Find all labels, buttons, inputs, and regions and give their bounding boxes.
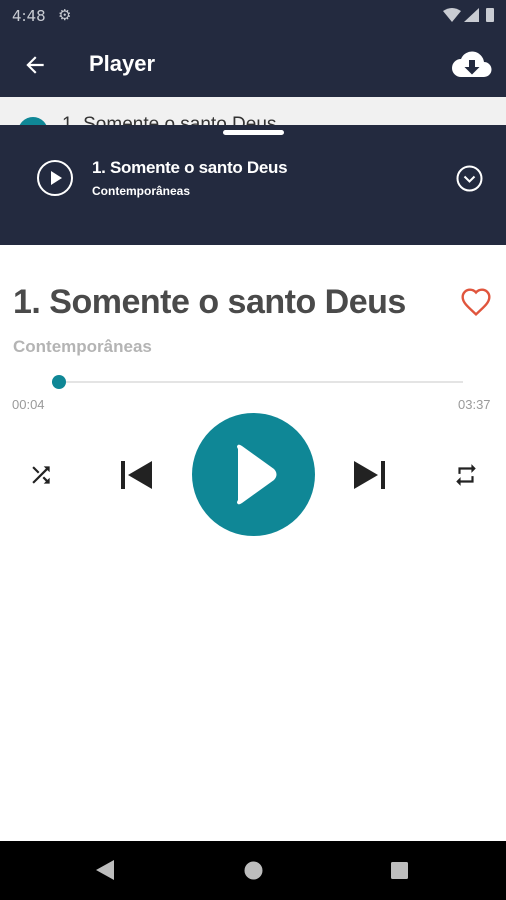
wifi-icon — [443, 8, 461, 22]
playlist-item-title: 1. Somente o santo Deus — [62, 114, 277, 125]
song-title: 1. Somente o santo Deus — [13, 283, 406, 321]
play-pause-button[interactable] — [192, 413, 315, 536]
track-avatar — [18, 117, 48, 125]
current-time: 00:04 — [12, 397, 45, 412]
mini-player-title: 1. Somente o santo Deus — [92, 158, 288, 177]
mini-player[interactable]: 1. Somente o santo Deus Contemporâneas — [0, 125, 506, 245]
cloud-download-icon[interactable] — [451, 49, 493, 81]
status-time: 4:48 — [12, 7, 46, 25]
battery-icon — [486, 8, 494, 22]
repeat-icon[interactable] — [452, 462, 480, 488]
seek-bar-track[interactable] — [52, 381, 463, 383]
seek-bar-thumb[interactable] — [52, 375, 67, 389]
drag-handle[interactable] — [223, 130, 284, 135]
skip-previous-icon[interactable] — [118, 459, 154, 491]
system-nav-bar — [0, 841, 506, 900]
album-name: Contemporâneas — [13, 337, 152, 356]
nav-back-icon[interactable] — [96, 860, 114, 880]
playlist-item: 1. Somente o santo Deus — [0, 97, 506, 125]
play-icon[interactable] — [37, 160, 73, 196]
settings-icon: ⚙ — [58, 7, 72, 24]
total-time: 03:37 — [458, 397, 491, 412]
mini-player-subtitle: Contemporâneas — [92, 184, 191, 198]
skip-next-icon[interactable] — [352, 459, 388, 491]
back-arrow-icon[interactable] — [22, 52, 48, 78]
chevron-down-icon[interactable] — [456, 165, 483, 192]
shuffle-icon[interactable] — [28, 462, 54, 488]
nav-recents-icon[interactable] — [391, 862, 408, 879]
nav-home-icon[interactable] — [244, 861, 263, 880]
signal-icon — [464, 8, 479, 22]
app-bar: Player — [0, 33, 506, 97]
status-bar: 4:48 ⚙ — [0, 0, 506, 33]
page-title: Player — [89, 51, 156, 76]
heart-icon[interactable] — [459, 287, 493, 319]
play-icon — [237, 444, 277, 505]
